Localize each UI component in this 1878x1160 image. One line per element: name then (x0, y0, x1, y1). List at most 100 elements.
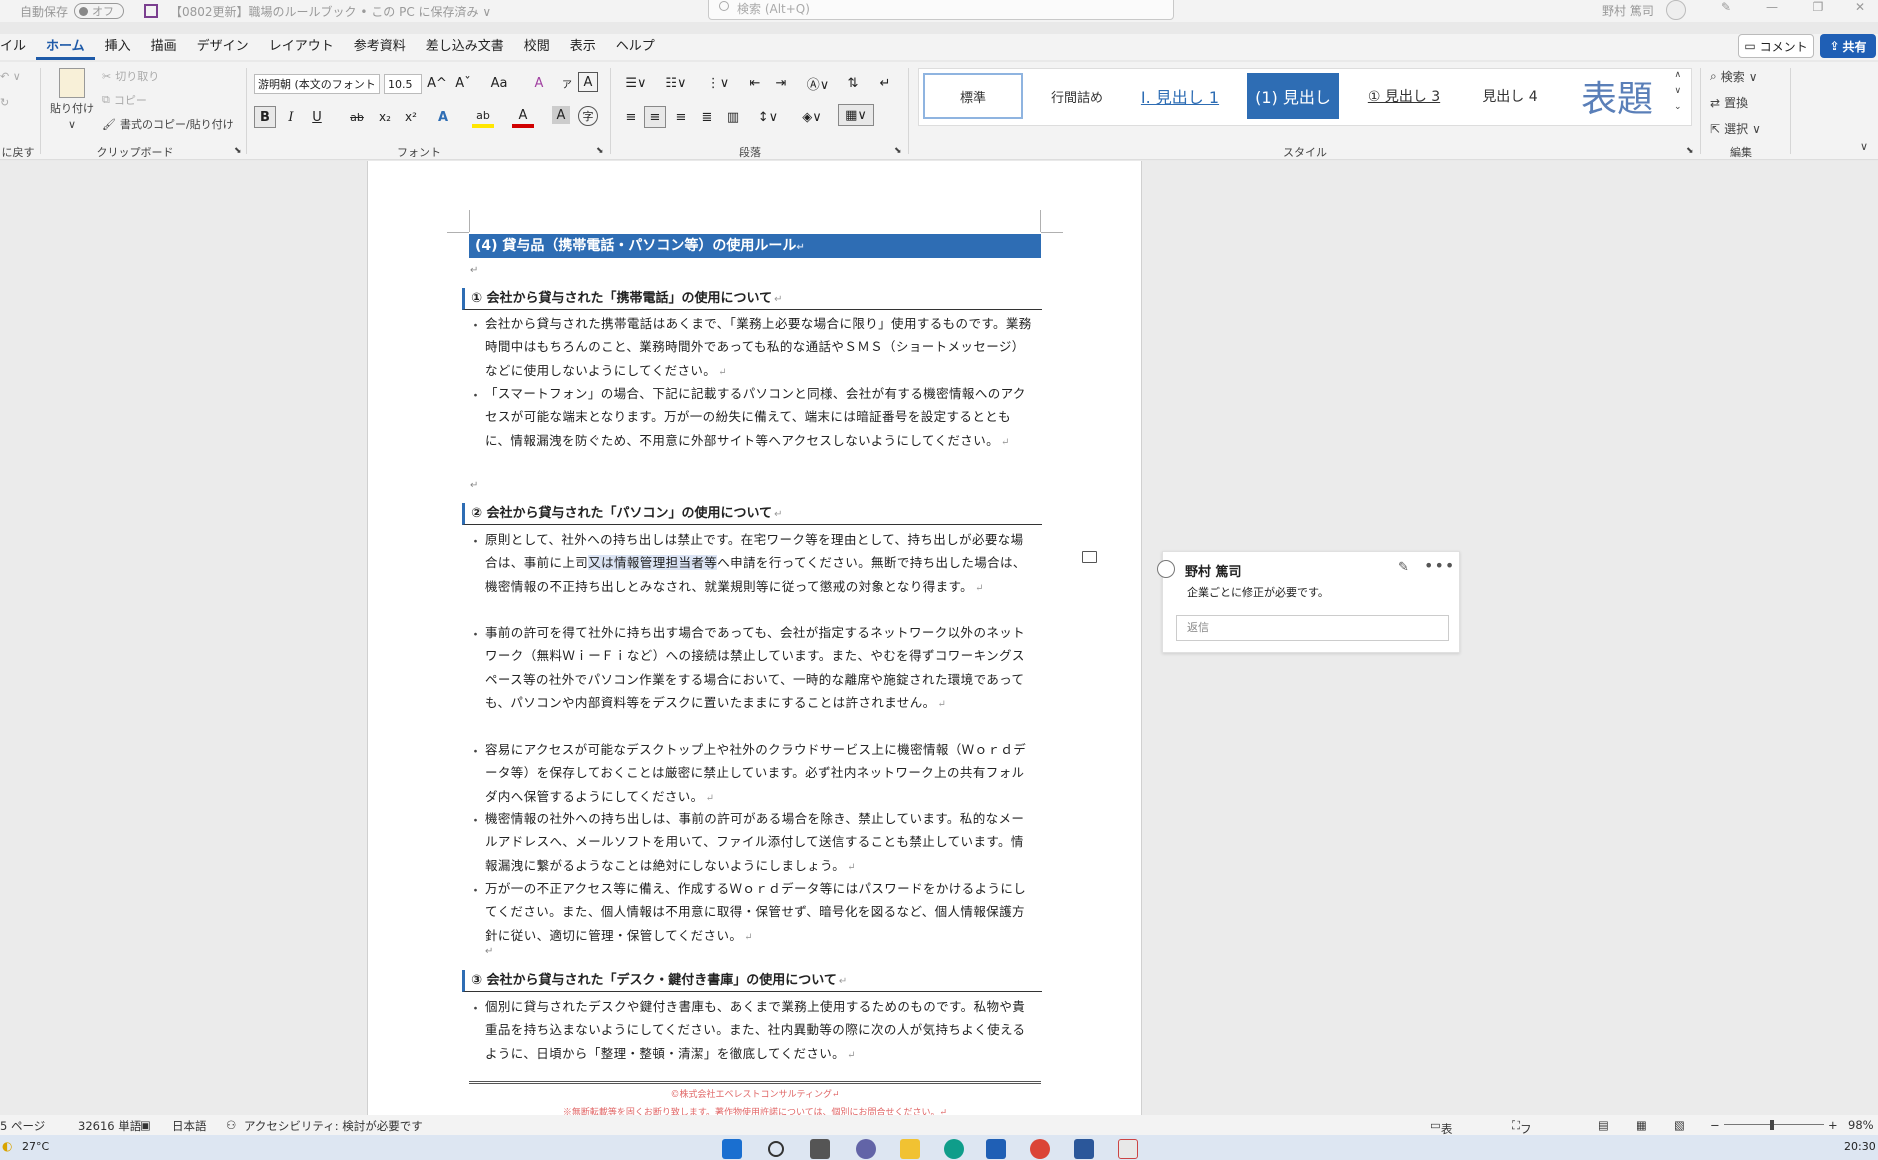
read-mode-icon[interactable]: ▤ (1598, 1118, 1609, 1132)
file-explorer-icon[interactable] (900, 1139, 920, 1159)
align-left-button[interactable]: ≡ (620, 106, 642, 128)
sort-button[interactable]: ⇅ (842, 72, 864, 94)
style-heading-4[interactable]: 見出し 4 (1465, 73, 1555, 119)
shading-button[interactable]: ◈∨ (796, 106, 828, 128)
account-name[interactable]: 野村 篤司 (1602, 2, 1654, 19)
align-right-button[interactable]: ≡ (670, 106, 692, 128)
more-options-icon[interactable]: ••• (1424, 556, 1455, 575)
text-effects-button[interactable]: A (432, 106, 454, 128)
temperature[interactable]: 27°C (22, 1140, 49, 1153)
list-item[interactable]: 事前の許可を得て社外に持ち出す場合であっても、会社が指定するネットワーク以外のネ… (485, 621, 1035, 716)
highlight-button[interactable]: ab (472, 106, 494, 128)
tab-mailings[interactable]: 差し込み文書 (416, 34, 514, 60)
list-item[interactable]: 個別に貸与されたデスクや鍵付き書庫も、あくまで業務上使用するためのものです。私物… (485, 995, 1035, 1067)
style-title[interactable]: 表題 (1565, 73, 1669, 120)
list-item[interactable]: 容易にアクセスが可能なデスクトップ上や社外のクラウドサービス上に機密情報（Ｗｏｒ… (485, 738, 1035, 810)
font-color-button[interactable]: A (512, 106, 534, 128)
display-settings-button[interactable]: ▭ 表示設定 (1430, 1118, 1452, 1160)
tab-view[interactable]: 表示 (560, 34, 606, 60)
list-item[interactable]: 機密情報の社外への持ち出しは、事前の許可がある場合を除き、禁止しています。私的な… (485, 807, 1035, 879)
char-shading-button[interactable]: A (552, 106, 570, 124)
collapse-ribbon-button[interactable]: ∨ (1860, 140, 1868, 153)
select-button[interactable]: ⇱ 選択 ∨ (1710, 120, 1761, 137)
font-name-combo[interactable]: 游明朝 (本文のフォント (254, 74, 380, 94)
find-button[interactable]: ⌕ 検索 ∨ (1710, 68, 1758, 85)
proofing-icon[interactable]: ▣ (140, 1118, 151, 1132)
increase-indent-button[interactable]: ⇥ (770, 72, 792, 94)
bold-button[interactable]: B (254, 106, 276, 128)
autosave-control[interactable]: 自動保存 オフ (20, 3, 125, 20)
edit-icon[interactable]: ✎ (1398, 560, 1409, 575)
web-layout-icon[interactable]: ▧ (1674, 1118, 1685, 1132)
change-case-button[interactable]: Aa (484, 72, 514, 94)
section-heading-2[interactable]: ③ 会社から貸与された「デスク・鍵付き書庫」の使用について ↵ (462, 970, 1042, 992)
borders-button[interactable]: ▦∨ (838, 104, 874, 126)
restore-button[interactable]: ❐ (1798, 0, 1838, 20)
phonetic-guide-icon[interactable]: ア (556, 72, 578, 94)
format-painter-button[interactable]: 🖌 書式のコピー/貼り付け (102, 116, 234, 132)
word-icon[interactable] (1074, 1139, 1094, 1159)
copy-button[interactable]: ⧉ コピー (102, 92, 147, 108)
pen-icon[interactable]: ✎ (1706, 0, 1746, 20)
comment-button[interactable]: ▭ コメント (1738, 34, 1814, 58)
zoom-level[interactable]: 98% (1848, 1118, 1874, 1132)
comment-marker-icon[interactable] (1082, 551, 1097, 563)
chat-icon[interactable] (856, 1139, 876, 1159)
cut-button[interactable]: ✂ 切り取り (102, 68, 159, 84)
style-heading-3[interactable]: ① 見出し 3 (1355, 73, 1453, 119)
share-button[interactable]: ⇪ 共有 (1820, 34, 1876, 58)
list-item[interactable]: 会社から貸与された携帯電話はあくまで、「業務上必要な場合に限り」使用するものです… (485, 312, 1035, 384)
tab-draw[interactable]: 描画 (141, 34, 187, 60)
list-item[interactable]: 「スマートフォン」の場合、下記に記載するパソコンと同様、会社が有する機密情報への… (485, 382, 1035, 454)
store-icon[interactable] (986, 1139, 1006, 1159)
clock[interactable]: 20:30 (1844, 1140, 1876, 1153)
shrink-font-button[interactable]: Aˇ (452, 72, 474, 94)
zoom-in-button[interactable]: + (1828, 1118, 1838, 1132)
print-layout-icon[interactable]: ▦ (1636, 1118, 1647, 1132)
enclose-circle-button[interactable]: 字 (578, 106, 598, 126)
distributed-button[interactable]: ▥ (722, 106, 744, 128)
close-button[interactable]: ✕ (1840, 0, 1878, 20)
undo-button[interactable]: ↶ ∨ (0, 70, 21, 83)
bullets-button[interactable]: ☰∨ (620, 72, 652, 94)
superscript-button[interactable]: x² (400, 106, 422, 128)
focus-button[interactable]: ⛶ フォーカス (1512, 1118, 1532, 1160)
accessibility-status[interactable]: アクセシビリティ: 検討が必要です (244, 1118, 423, 1134)
style-heading-1[interactable]: Ⅰ. 見出し 1 (1131, 73, 1229, 119)
asian-layout-button[interactable]: Ⓐ∨ (802, 72, 834, 94)
language[interactable]: 日本語 (172, 1118, 207, 1134)
edge-icon[interactable] (944, 1139, 964, 1159)
tab-review[interactable]: 校閲 (514, 34, 560, 60)
list-item[interactable]: 万が一の不正アクセス等に備え、作成するＷｏｒｄデータ等にはパスワードをかけるよう… (485, 877, 1035, 949)
paste-button[interactable]: 貼り付け ∨ (50, 68, 94, 131)
zoom-slider-thumb[interactable] (1770, 1120, 1774, 1130)
document-title[interactable]: 【0802更新】職場のルールブック • この PC に保存済み ∨ (170, 3, 491, 20)
numbering-button[interactable]: ☷∨ (660, 72, 692, 94)
minimize-button[interactable]: — (1752, 0, 1792, 20)
autosave-toggle[interactable]: オフ (74, 3, 125, 19)
replace-button[interactable]: ⇄ 置換 (1710, 94, 1748, 111)
justify-button[interactable]: ≣ (696, 106, 718, 128)
line-spacing-button[interactable]: ↕∨ (752, 106, 784, 128)
word-count[interactable]: 32616 単語 (78, 1118, 141, 1134)
decrease-indent-button[interactable]: ⇤ (744, 72, 766, 94)
search-icon[interactable] (768, 1141, 784, 1157)
section-heading-1[interactable]: (4) 貸与品（携帯電話・パソコン等）の使用ルール↵ (469, 234, 1041, 258)
section-heading-2[interactable]: ② 会社から貸与された「パソコン」の使用について ↵ (462, 503, 1042, 525)
dialog-launcher-icon[interactable]: ⬊ (234, 146, 242, 156)
align-center-button[interactable]: ≡ (644, 106, 666, 128)
tab-help[interactable]: ヘルプ (606, 34, 665, 60)
style-normal[interactable]: 標準 (923, 73, 1023, 119)
page-count[interactable]: 5 ページ (0, 1118, 45, 1134)
styles-scroll[interactable]: ∧ ∨ ⌄ (1674, 70, 1682, 112)
chrome-icon[interactable] (1030, 1139, 1050, 1159)
save-icon[interactable] (144, 4, 159, 18)
style-no-spacing[interactable]: 行間詰め (1029, 73, 1125, 119)
underline-button[interactable]: U (306, 106, 328, 128)
task-view-icon[interactable] (810, 1139, 830, 1159)
zoom-out-button[interactable]: − (1710, 1118, 1720, 1132)
dialog-launcher-icon[interactable]: ⬊ (894, 146, 902, 156)
reply-input[interactable]: 返信 (1176, 615, 1449, 641)
tab-home[interactable]: ホーム (36, 34, 95, 60)
grow-font-button[interactable]: A^ (426, 72, 448, 94)
